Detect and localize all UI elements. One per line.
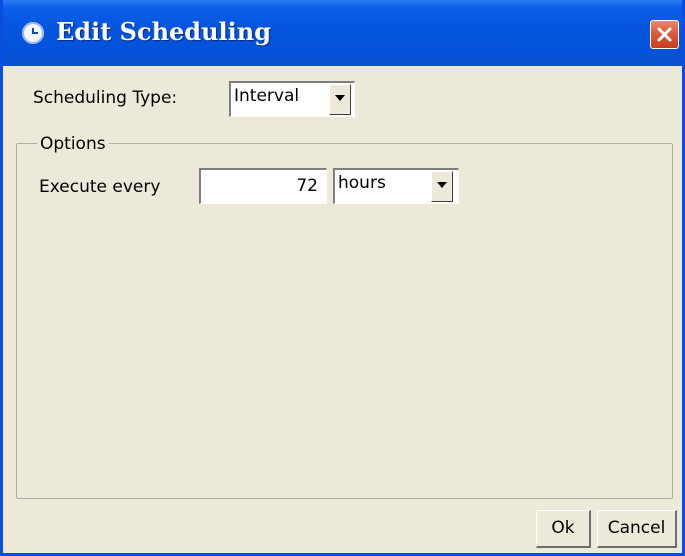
chevron-down-icon xyxy=(335,95,345,101)
scheduling-type-select[interactable]: Interval xyxy=(229,81,355,117)
scheduling-type-dropdown-button[interactable] xyxy=(329,84,351,115)
title-bar[interactable]: Edit Scheduling xyxy=(3,0,682,66)
scheduling-type-label: Scheduling Type: xyxy=(33,88,178,108)
close-button[interactable] xyxy=(650,20,679,49)
interval-unit-value: hours xyxy=(338,173,386,193)
clock-icon xyxy=(22,22,44,44)
close-icon xyxy=(657,27,672,42)
interval-value: 72 xyxy=(296,176,318,196)
options-group-title: Options xyxy=(37,134,109,154)
cancel-button[interactable]: Cancel xyxy=(597,510,677,548)
ok-button[interactable]: Ok xyxy=(536,510,591,548)
chevron-down-icon xyxy=(437,182,447,188)
scheduling-type-value: Interval xyxy=(234,86,300,106)
edit-scheduling-dialog: Edit Scheduling Scheduling Type: Interva… xyxy=(0,0,685,556)
window-title: Edit Scheduling xyxy=(56,17,271,46)
interval-unit-select[interactable]: hours xyxy=(333,168,459,204)
interval-unit-dropdown-button[interactable] xyxy=(431,171,453,202)
interval-input[interactable]: 72 xyxy=(199,168,327,204)
execute-every-label: Execute every xyxy=(39,177,161,197)
